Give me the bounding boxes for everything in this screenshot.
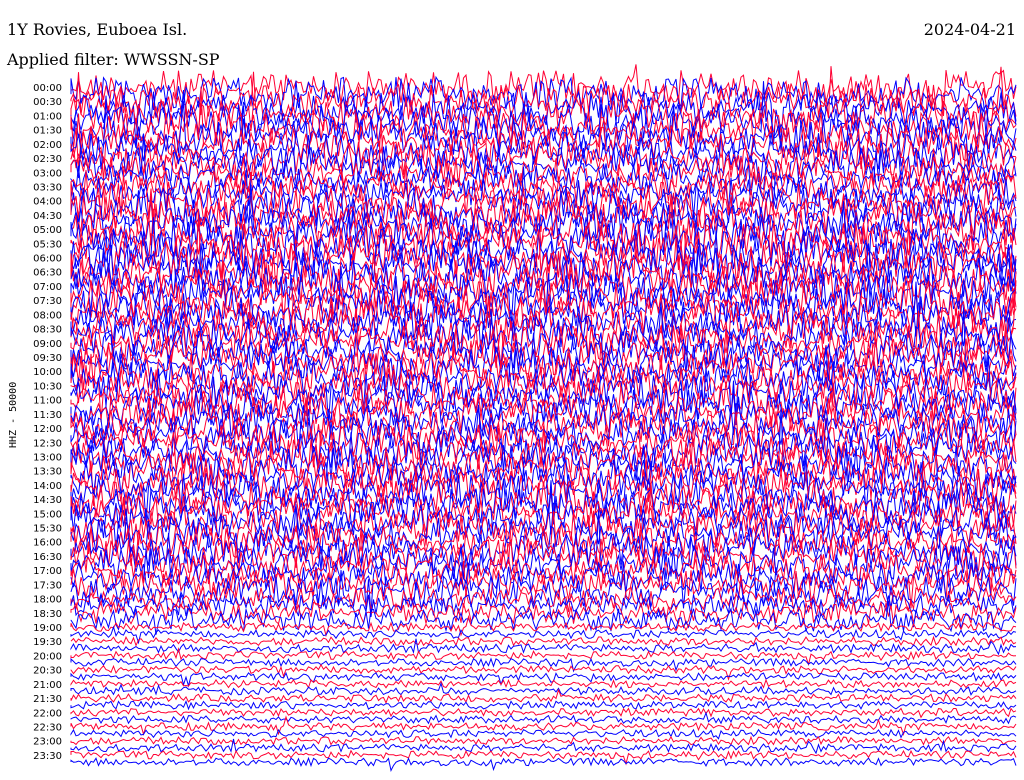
helicorder-figure: 1Y Rovies, Euboea Isl. 2024-04-21 Applie… bbox=[0, 0, 1024, 780]
helicorder-plot: 00:00 00:30 01:00 01:30 02:00 02:30 03:00 03:30… bbox=[33, 64, 1017, 773]
y-tick-label: 17:00 bbox=[33, 566, 62, 577]
y-tick-label: 17:30 bbox=[33, 580, 62, 591]
trace-row bbox=[70, 738, 1017, 755]
y-tick-label: 21:30 bbox=[33, 694, 62, 705]
y-tick-label: 11:00 bbox=[33, 396, 62, 407]
y-tick-label: 14:00 bbox=[33, 481, 62, 492]
y-tick-label: 00:30 bbox=[33, 97, 62, 108]
y-tick-label: 08:30 bbox=[33, 325, 62, 336]
y-tick-label: 09:00 bbox=[33, 339, 62, 350]
trace-row bbox=[70, 635, 1017, 647]
y-tick-label: 23:00 bbox=[33, 737, 62, 748]
trace-row bbox=[70, 155, 1017, 207]
y-tick-label: 09:30 bbox=[33, 353, 62, 364]
y-tick-label: 01:30 bbox=[33, 126, 62, 137]
trace-row bbox=[70, 728, 1017, 740]
trace-row bbox=[70, 756, 1017, 773]
y-tick-label: 14:30 bbox=[33, 495, 62, 506]
y-tick-label: 05:00 bbox=[33, 225, 62, 236]
trace-row bbox=[70, 707, 1017, 719]
y-tick-label: 04:00 bbox=[33, 197, 62, 208]
y-tick-label: 00:00 bbox=[33, 83, 62, 94]
y-tick-label: 22:00 bbox=[33, 708, 62, 719]
y-tick-label: 08:00 bbox=[33, 310, 62, 321]
y-tick-label: 05:30 bbox=[33, 239, 62, 250]
y-tick-label: 12:00 bbox=[33, 424, 62, 435]
y-tick-label: 03:30 bbox=[33, 182, 62, 193]
y-tick-label: 07:30 bbox=[33, 296, 62, 307]
y-tick-label: 04:30 bbox=[33, 211, 62, 222]
y-tick-label: 13:30 bbox=[33, 467, 62, 478]
y-tick-label: 23:30 bbox=[33, 751, 62, 762]
y-tick-label: 02:30 bbox=[33, 154, 62, 165]
trace-row bbox=[70, 681, 1017, 696]
channel-label: HHZ - 50000 bbox=[8, 381, 19, 448]
y-tick-label: 18:30 bbox=[33, 609, 62, 620]
y-tick-label: 03:00 bbox=[33, 168, 62, 179]
trace-row bbox=[70, 678, 1017, 689]
y-tick-label: 15:30 bbox=[33, 524, 62, 535]
y-tick-label: 13:00 bbox=[33, 452, 62, 463]
trace-row bbox=[70, 625, 1017, 645]
trace-row bbox=[70, 699, 1017, 711]
y-tick-label: 12:30 bbox=[33, 438, 62, 449]
y-tick-label: 06:30 bbox=[33, 268, 62, 279]
y-tick-label: 16:00 bbox=[33, 538, 62, 549]
y-tick-label: 22:30 bbox=[33, 722, 62, 733]
y-tick-label: 16:30 bbox=[33, 552, 62, 563]
y-tick-label: 21:00 bbox=[33, 680, 62, 691]
y-tick-label: 18:00 bbox=[33, 595, 62, 606]
y-tick-label: 11:30 bbox=[33, 410, 62, 421]
y-tick-label: 20:00 bbox=[33, 651, 62, 662]
y-tick-label: 10:30 bbox=[33, 381, 62, 392]
y-tick-label: 02:00 bbox=[33, 140, 62, 151]
y-tick-label: 15:00 bbox=[33, 509, 62, 520]
y-tick-label: 20:30 bbox=[33, 666, 62, 677]
y-tick-label: 06:00 bbox=[33, 254, 62, 265]
y-tick-label: 19:30 bbox=[33, 637, 62, 648]
y-tick-label: 19:00 bbox=[33, 623, 62, 634]
y-tick-label: 07:00 bbox=[33, 282, 62, 293]
y-tick-label: 10:00 bbox=[33, 367, 62, 378]
y-tick-label: 01:00 bbox=[33, 111, 62, 122]
